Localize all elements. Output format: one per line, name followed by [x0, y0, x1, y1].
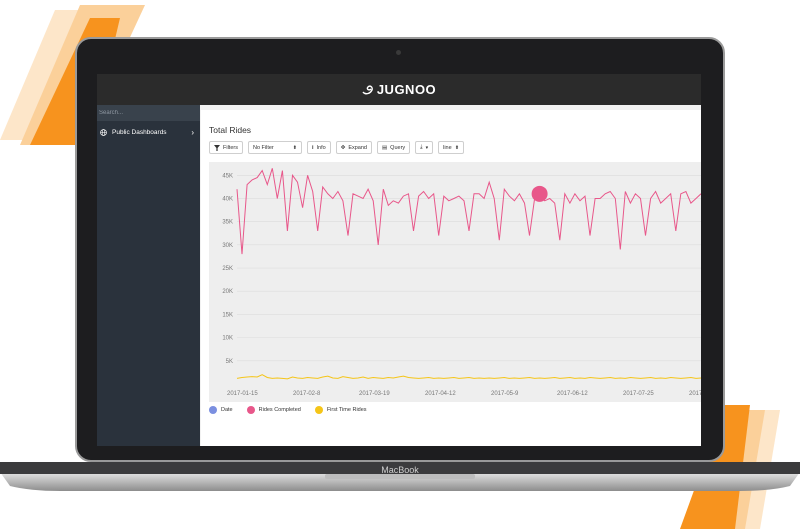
filters-button-label: Filters [223, 144, 238, 151]
panel-toolbar: Filters No Filter ⬍ i Info ✥ Expand ▤ Qu… [209, 141, 465, 154]
x-tick-label: 2017-08 [689, 391, 701, 397]
legend-swatch [209, 406, 217, 414]
query-button[interactable]: ▤ Query [376, 141, 411, 154]
x-tick-label: 2017-05-9 [491, 391, 519, 397]
webcam [396, 50, 401, 55]
x-tick-label: 2017-03-19 [359, 391, 390, 397]
sidebar-search-input[interactable] [97, 105, 200, 121]
app-header: JUGNOO [97, 74, 701, 105]
y-tick-label: 20K [222, 289, 233, 295]
jugnoo-logo-icon [362, 85, 373, 95]
expand-icon: ✥ [340, 144, 346, 151]
app-screen: JUGNOO Public Dashboards › Total Rides F… [97, 74, 701, 446]
select-arrows-icon: ⬍ [292, 144, 297, 151]
sidebar-item-public-dashboards[interactable]: Public Dashboards › [97, 125, 200, 139]
select-arrows-icon: ⬍ [454, 144, 460, 151]
sidebar: Public Dashboards › [97, 105, 200, 446]
y-tick-label: 15K [222, 312, 233, 318]
x-tick-label: 2017-06-12 [557, 391, 588, 397]
download-dropdown-button[interactable]: ⤓ ▾ [415, 141, 434, 154]
legend-swatch [246, 406, 255, 414]
info-icon: i [311, 144, 314, 151]
line-chart: 45K 40K 35K 30K 25K 20K 15K 10K 5K 2017-01-15 2017… [222, 168, 701, 397]
file-icon: ▤ [381, 144, 388, 151]
y-tick-label: 25K [222, 266, 233, 272]
logo-text: JUGNOO [376, 82, 437, 97]
legend-label: Rides Completed [258, 407, 301, 413]
legend-label: Date [221, 407, 233, 413]
hover-data-point[interactable] [531, 185, 548, 202]
y-tick-label: 35K [222, 220, 233, 226]
y-tick-label: 10K [222, 336, 233, 342]
filter-icon [214, 144, 220, 151]
filter-select-value: No Filter [252, 144, 274, 151]
series-line-first-time-rides[interactable] [236, 374, 701, 380]
sidebar-item-label: Public Dashboards [112, 128, 167, 136]
legend-item-rides-completed[interactable]: Rides Completed [246, 406, 301, 414]
x-tick-label: 2017-07-25 [623, 391, 654, 397]
x-tick-label: 2017-01-15 [227, 391, 258, 397]
globe-icon [100, 128, 107, 136]
query-button-label: Query [390, 144, 406, 151]
expand-button-label: Expand [348, 144, 367, 151]
laptop-brand-label: MacBook [381, 465, 419, 475]
legend-item-date[interactable]: Date [209, 406, 233, 414]
info-button-label: Info [316, 144, 326, 151]
download-icon: ⤓ [420, 144, 423, 150]
x-tick-label: 2017-02-8 [293, 391, 321, 397]
chart-type-select-value: line [443, 144, 452, 151]
legend-swatch [314, 406, 323, 414]
info-button[interactable]: i Info [306, 141, 331, 154]
series-line-rides-completed[interactable] [236, 168, 701, 255]
chart-area: 45K 40K 35K 30K 25K 20K 15K 10K 5K 2017-01-15 2017… [209, 162, 701, 402]
y-tick-label: 5K [226, 359, 233, 365]
filter-select[interactable]: No Filter ⬍ [247, 141, 302, 154]
app-logo[interactable]: JUGNOO [362, 82, 436, 97]
chart-type-select[interactable]: line ⬍ [438, 141, 465, 154]
chart-legend: Date Rides Completed First Time Rides [209, 406, 367, 414]
caret-down-icon: ▾ [425, 144, 429, 151]
filters-button[interactable]: Filters [209, 141, 243, 154]
legend-label: First Time Rides [326, 407, 367, 413]
panel-title: Total Rides [209, 125, 252, 135]
y-tick-label: 45K [222, 173, 233, 179]
x-tick-label: 2017-04-12 [425, 391, 456, 397]
chevron-right-icon: › [191, 127, 194, 137]
dashboard-panel: Total Rides Filters No Filter ⬍ i Info ✥… [201, 110, 701, 446]
y-tick-label: 30K [222, 243, 233, 249]
expand-button[interactable]: ✥ Expand [335, 141, 372, 154]
legend-item-first-time-rides[interactable]: First Time Rides [314, 406, 367, 414]
y-tick-label: 40K [222, 196, 233, 202]
